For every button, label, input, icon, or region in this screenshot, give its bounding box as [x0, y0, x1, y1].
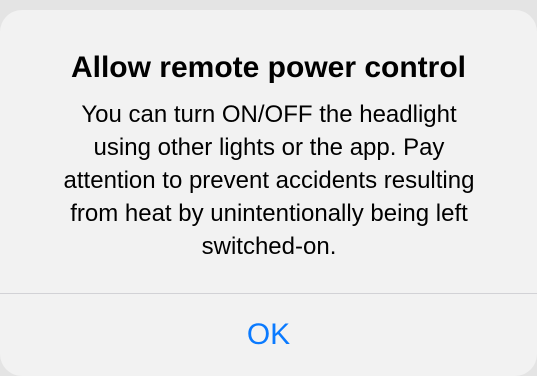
alert-title: Allow remote power control [70, 51, 467, 84]
screen-backdrop: Allow remote power control You can turn … [0, 0, 537, 376]
ok-button[interactable]: OK [0, 294, 537, 376]
alert-dialog: Allow remote power control You can turn … [0, 10, 537, 376]
alert-message: You can turn ON/OFF the headlight using … [63, 101, 475, 260]
alert-content: Allow remote power control You can turn … [0, 10, 537, 293]
